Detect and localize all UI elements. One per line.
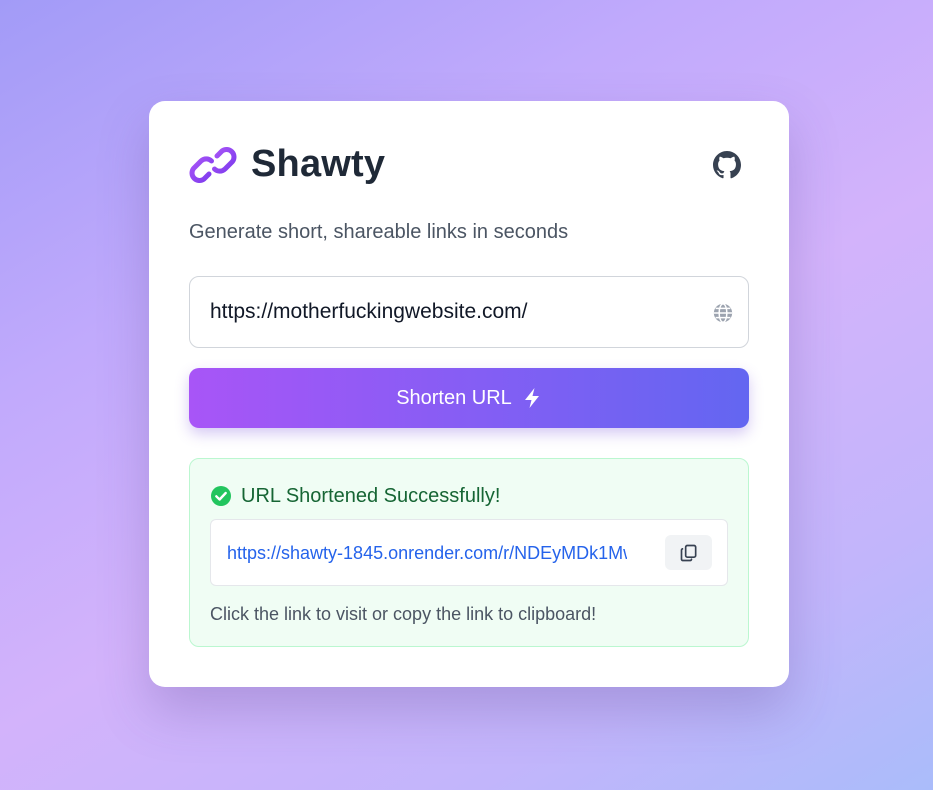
- globe-icon: [713, 303, 733, 323]
- shortener-card: Shawty Generate short, shareable links i…: [149, 101, 789, 687]
- success-panel: URL Shortened Successfully! https://shaw…: [189, 458, 749, 647]
- url-input[interactable]: [210, 277, 700, 347]
- short-link-row: https://shawty-1845.onrender.com/r/NDEyM…: [210, 519, 728, 586]
- github-icon[interactable]: [713, 151, 741, 179]
- tagline: Generate short, shareable links in secon…: [189, 221, 569, 243]
- app-title: Shawty: [251, 143, 386, 185]
- shorten-url-button[interactable]: Shorten URL: [189, 368, 749, 428]
- bolt-icon: [524, 388, 539, 408]
- short-url-link[interactable]: https://shawty-1845.onrender.com/r/NDEyM…: [227, 543, 627, 564]
- copy-icon: [680, 544, 696, 561]
- copy-button[interactable]: [665, 535, 712, 570]
- copy-hint: Click the link to visit or copy the link…: [210, 604, 597, 624]
- link-icon: [189, 147, 237, 183]
- shorten-button-label: Shorten URL: [396, 386, 512, 409]
- check-circle-icon: [211, 486, 231, 506]
- url-field: [189, 276, 749, 348]
- success-title: URL Shortened Successfully!: [241, 485, 501, 507]
